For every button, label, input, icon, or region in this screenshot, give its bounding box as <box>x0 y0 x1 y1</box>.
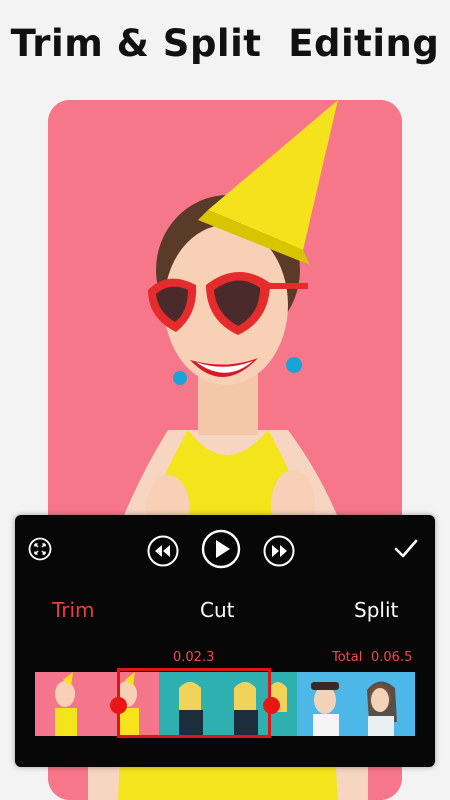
current-time-label: 0.02.3 <box>173 650 215 665</box>
trim-selection-range[interactable] <box>117 668 271 738</box>
fast-forward-icon[interactable] <box>263 535 295 567</box>
total-label: Total <box>332 650 363 665</box>
trim-end-handle[interactable] <box>263 697 280 714</box>
play-icon[interactable] <box>201 529 241 569</box>
tab-split[interactable]: Split <box>354 598 398 622</box>
page-headline: Trim & Split Editing <box>10 22 440 65</box>
total-time-label: 0.06.5 <box>371 650 413 665</box>
rewind-icon[interactable] <box>147 535 179 567</box>
tab-cut[interactable]: Cut <box>200 598 234 622</box>
tab-trim[interactable]: Trim <box>52 598 95 622</box>
trim-start-handle[interactable] <box>110 697 127 714</box>
expand-arrows-icon[interactable] <box>28 537 52 561</box>
checkmark-icon[interactable] <box>393 536 419 562</box>
edit-mode-tabs: Trim Cut Split <box>15 598 435 626</box>
